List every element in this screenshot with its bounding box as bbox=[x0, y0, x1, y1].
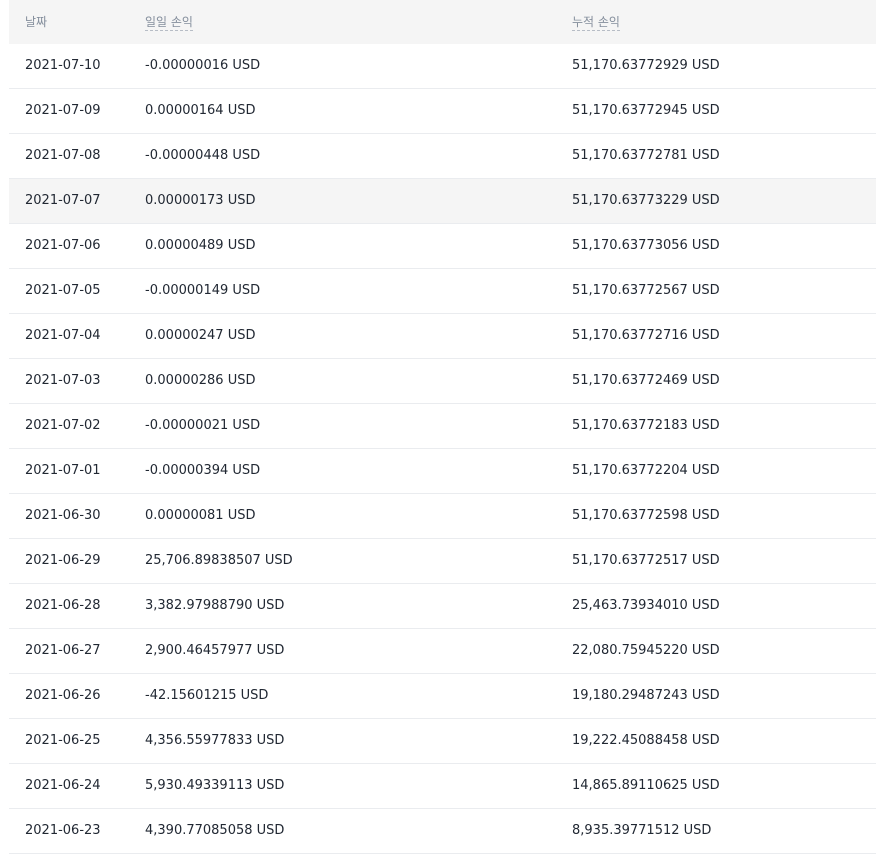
cell-daily-pnl: 5,930.49339113 USD bbox=[145, 778, 285, 793]
cell-date: 2021-07-05 bbox=[25, 283, 101, 298]
table-row: 2021-06-30 0.00000081 USD 51,170.63772598 … bbox=[9, 494, 876, 539]
cell-date: 2021-07-09 bbox=[25, 103, 101, 118]
cell-daily-pnl: 4,390.77085058 USD bbox=[145, 823, 285, 838]
cell-daily-pnl: -0.00000016 USD bbox=[145, 58, 261, 73]
cell-date: 2021-07-08 bbox=[25, 148, 101, 163]
cell-daily-pnl: -0.00000149 USD bbox=[145, 283, 261, 298]
cell-daily-pnl: 0.00000247 USD bbox=[145, 328, 256, 343]
cell-date: 2021-06-27 bbox=[25, 643, 101, 658]
cell-date: 2021-07-07 bbox=[25, 193, 101, 208]
table-row: 2021-06-29 25,706.89838507 USD 51,170.6377… bbox=[9, 539, 876, 584]
cell-daily-pnl: -0.00000448 USD bbox=[145, 148, 261, 163]
cell-cumulative-pnl: 51,170.63772567 USD bbox=[572, 283, 720, 298]
cell-daily-pnl: 2,900.46457977 USD bbox=[145, 643, 285, 658]
cell-date: 2021-06-30 bbox=[25, 508, 101, 523]
cell-daily-pnl: 0.00000286 USD bbox=[145, 373, 256, 388]
cell-daily-pnl: -0.00000021 USD bbox=[145, 418, 261, 433]
cell-daily-pnl: 0.00000173 USD bbox=[145, 193, 256, 208]
cell-daily-pnl: 0.00000164 USD bbox=[145, 103, 256, 118]
cell-date: 2021-06-26 bbox=[25, 688, 101, 703]
table-row: 2021-06-27 2,900.46457977 USD 22,080.75945… bbox=[9, 629, 876, 674]
column-header-daily-pnl[interactable]: 일일 손익 bbox=[145, 14, 193, 31]
cell-date: 2021-07-06 bbox=[25, 238, 101, 253]
cell-date: 2021-07-01 bbox=[25, 463, 101, 478]
cell-cumulative-pnl: 8,935.39771512 USD bbox=[572, 823, 712, 838]
cell-date: 2021-06-25 bbox=[25, 733, 101, 748]
cell-date: 2021-06-24 bbox=[25, 778, 101, 793]
cell-cumulative-pnl: 19,180.29487243 USD bbox=[572, 688, 720, 703]
column-header-cumulative-pnl[interactable]: 누적 손익 bbox=[572, 14, 620, 31]
cell-daily-pnl: 0.00000489 USD bbox=[145, 238, 256, 253]
cell-daily-pnl: 25,706.89838507 USD bbox=[145, 553, 293, 568]
cell-cumulative-pnl: 51,170.63772183 USD bbox=[572, 418, 720, 433]
cell-daily-pnl: 3,382.97988790 USD bbox=[145, 598, 285, 613]
table-row: 2021-06-26 -42.15601215 USD 19,180.2948724… bbox=[9, 674, 876, 719]
cell-cumulative-pnl: 51,170.63773229 USD bbox=[572, 193, 720, 208]
cell-daily-pnl: 0.00000081 USD bbox=[145, 508, 256, 523]
table-row: 2021-07-03 0.00000286 USD 51,170.63772469 … bbox=[9, 359, 876, 404]
cell-cumulative-pnl: 51,170.63772716 USD bbox=[572, 328, 720, 343]
cell-cumulative-pnl: 51,170.63772517 USD bbox=[572, 553, 720, 568]
table-row: 2021-07-10 -0.00000016 USD 51,170.63772929… bbox=[9, 44, 876, 89]
table-row: 2021-07-09 0.00000164 USD 51,170.63772945 … bbox=[9, 89, 876, 134]
cell-date: 2021-06-28 bbox=[25, 598, 101, 613]
table-row: 2021-07-01 -0.00000394 USD 51,170.63772204… bbox=[9, 449, 876, 494]
cell-date: 2021-07-02 bbox=[25, 418, 101, 433]
cell-cumulative-pnl: 14,865.89110625 USD bbox=[572, 778, 720, 793]
table-body: 2021-07-10 -0.00000016 USD 51,170.63772929… bbox=[9, 44, 876, 854]
cell-cumulative-pnl: 51,170.63772929 USD bbox=[572, 58, 720, 73]
cell-date: 2021-06-29 bbox=[25, 553, 101, 568]
cell-date: 2021-07-03 bbox=[25, 373, 101, 388]
table-row: 2021-06-25 4,356.55977833 USD 19,222.45088… bbox=[9, 719, 876, 764]
cell-cumulative-pnl: 22,080.75945220 USD bbox=[572, 643, 720, 658]
cell-cumulative-pnl: 51,170.63773056 USD bbox=[572, 238, 720, 253]
cell-cumulative-pnl: 19,222.45088458 USD bbox=[572, 733, 720, 748]
table-row: 2021-07-07 0.00000173 USD 51,170.63773229 … bbox=[9, 179, 876, 224]
table-row: 2021-07-04 0.00000247 USD 51,170.63772716 … bbox=[9, 314, 876, 359]
cell-cumulative-pnl: 51,170.63772469 USD bbox=[572, 373, 720, 388]
cell-cumulative-pnl: 51,170.63772781 USD bbox=[572, 148, 720, 163]
table-header: 날짜 일일 손익 누적 손익 bbox=[9, 0, 876, 44]
cell-date: 2021-07-04 bbox=[25, 328, 101, 343]
table-row: 2021-07-05 -0.00000149 USD 51,170.63772567… bbox=[9, 269, 876, 314]
cell-cumulative-pnl: 51,170.63772598 USD bbox=[572, 508, 720, 523]
pnl-table: 날짜 일일 손익 누적 손익 2021-07-10 -0.00000016 USD… bbox=[9, 0, 876, 854]
cell-daily-pnl: 4,356.55977833 USD bbox=[145, 733, 285, 748]
cell-cumulative-pnl: 51,170.63772204 USD bbox=[572, 463, 720, 478]
cell-daily-pnl: -42.15601215 USD bbox=[145, 688, 269, 703]
cell-daily-pnl: -0.00000394 USD bbox=[145, 463, 261, 478]
table-row: 2021-06-24 5,930.49339113 USD 14,865.89110… bbox=[9, 764, 876, 809]
cell-cumulative-pnl: 25,463.73934010 USD bbox=[572, 598, 720, 613]
column-header-date: 날짜 bbox=[25, 15, 48, 29]
cell-cumulative-pnl: 51,170.63772945 USD bbox=[572, 103, 720, 118]
cell-date: 2021-06-23 bbox=[25, 823, 101, 838]
table-row: 2021-07-08 -0.00000448 USD 51,170.63772781… bbox=[9, 134, 876, 179]
table-row: 2021-06-23 4,390.77085058 USD 8,935.397715… bbox=[9, 809, 876, 854]
table-row: 2021-06-28 3,382.97988790 USD 25,463.73934… bbox=[9, 584, 876, 629]
cell-date: 2021-07-10 bbox=[25, 58, 101, 73]
table-row: 2021-07-06 0.00000489 USD 51,170.63773056 … bbox=[9, 224, 876, 269]
table-row: 2021-07-02 -0.00000021 USD 51,170.63772183… bbox=[9, 404, 876, 449]
